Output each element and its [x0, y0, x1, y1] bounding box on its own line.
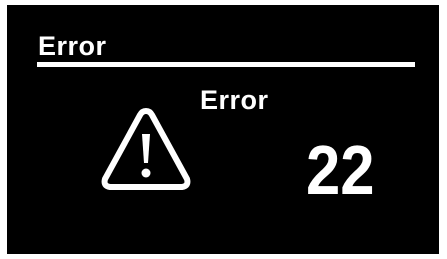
screen-title: Error [38, 31, 107, 61]
warning-icon [101, 108, 191, 190]
title-divider [37, 62, 415, 67]
error-label: Error [200, 85, 269, 115]
error-code: 22 [306, 131, 375, 209]
display-screen: Error Error 22 [7, 5, 439, 254]
